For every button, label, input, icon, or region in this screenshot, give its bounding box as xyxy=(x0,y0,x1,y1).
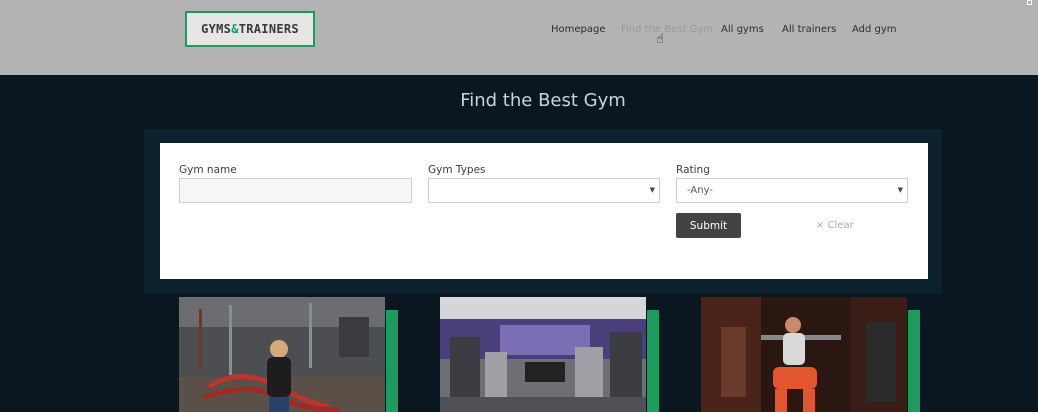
gym-card-image-2[interactable] xyxy=(440,297,646,412)
nav-homepage[interactable]: Homepage xyxy=(551,24,606,35)
rating-select[interactable]: -Any- ▼ xyxy=(676,178,908,203)
gym-card-accent-3 xyxy=(908,310,920,412)
gym-types-label: Gym Types xyxy=(428,164,486,176)
site-logo[interactable]: GYMS & TRAINERS xyxy=(185,11,315,47)
gym-name-input[interactable] xyxy=(179,178,412,203)
gym-card-image-1[interactable] xyxy=(179,297,385,412)
nav-all-gyms[interactable]: All gyms xyxy=(721,24,764,35)
nav-find-best-gym[interactable]: Find the Best Gym xyxy=(621,24,713,35)
page-title: Find the Best Gym xyxy=(460,90,626,111)
clear-button[interactable]: × Clear xyxy=(816,220,854,231)
chevron-down-icon: ▼ xyxy=(897,186,903,194)
gym-card-accent-1 xyxy=(386,310,398,412)
logo-text-trainers: TRAINERS xyxy=(238,22,299,36)
gym-card-accent-2 xyxy=(647,310,659,412)
gym-card-image-3[interactable] xyxy=(701,297,907,412)
nav-add-gym[interactable]: Add gym xyxy=(852,24,897,35)
chevron-down-icon: ▼ xyxy=(649,186,655,194)
submit-button[interactable]: Submit xyxy=(676,213,741,238)
logo-ampersand: & xyxy=(231,22,239,36)
rating-label: Rating xyxy=(676,164,710,176)
search-card xyxy=(160,143,928,279)
rating-selected-value: -Any- xyxy=(687,185,713,196)
logo-text-gyms: GYMS xyxy=(201,22,232,36)
gym-name-label: Gym name xyxy=(179,164,237,176)
nav-all-trainers[interactable]: All trainers xyxy=(782,24,836,35)
gym-types-select[interactable]: ▼ xyxy=(428,178,660,203)
hand-cursor-icon: ☝ xyxy=(656,32,664,47)
site-header: GYMS & TRAINERS Homepage Find the Best Gym… xyxy=(0,0,1038,75)
maximize-icon[interactable] xyxy=(1027,0,1032,5)
